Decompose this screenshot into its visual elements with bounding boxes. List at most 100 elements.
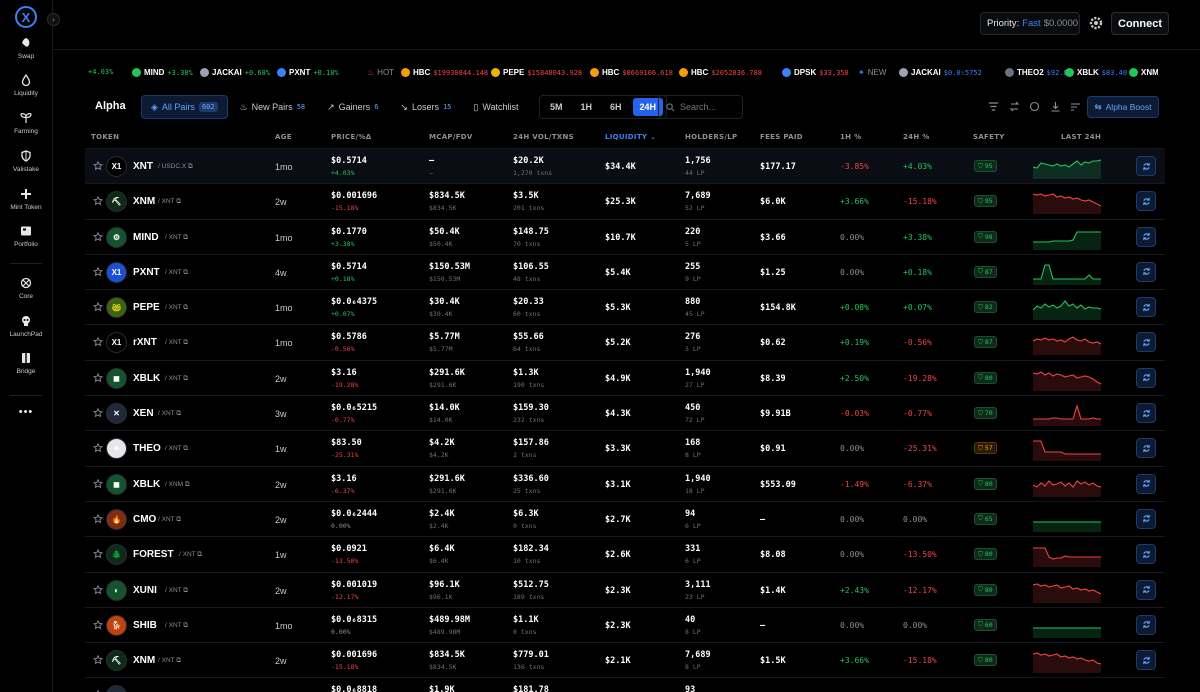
ticker-item[interactable]: ♨ HOT xyxy=(367,68,394,77)
col-liquidity[interactable]: LIQUIDITY ⌄ xyxy=(605,133,656,141)
col-holders[interactable]: HOLDERS/LP xyxy=(685,133,737,141)
ticker-item[interactable]: XNM xyxy=(1129,68,1158,77)
filter-icon[interactable] xyxy=(988,101,999,112)
quick-swap-button[interactable] xyxy=(1136,438,1156,459)
swap-arrows-icon[interactable] xyxy=(1009,101,1020,112)
star-icon[interactable] xyxy=(92,443,104,453)
table-row[interactable]: ◐ XUNI / XNT ⧉ 2w $0.001019 -12.17% $96.1K $96.… xyxy=(85,573,1165,608)
timeframe-1h[interactable]: 1H xyxy=(574,98,600,116)
quick-swap-button[interactable] xyxy=(1136,614,1156,635)
col-mcap[interactable]: MCAP/FDV xyxy=(429,133,473,141)
copy-icon[interactable]: ⧉ xyxy=(182,339,188,346)
copy-icon[interactable]: ⧉ xyxy=(182,269,188,276)
alpha-boost-button[interactable]: ⇆ Alpha Boost xyxy=(1087,96,1159,118)
tab-new-pairs[interactable]: ♨ New Pairs 58 xyxy=(230,95,316,119)
quick-swap-button[interactable] xyxy=(1136,297,1156,318)
download-icon[interactable] xyxy=(1050,101,1061,112)
table-row[interactable]: X1 rXNT / XNT ⧉ 1mo $0.5786 -0.56% $5.77M $5.77… xyxy=(85,325,1165,361)
table-row[interactable]: ✕ XEN / XNT ⧉ 3w $0.0₆5215 -0.77% $14.0K $14.0K… xyxy=(85,396,1165,432)
copy-icon[interactable]: ⧉ xyxy=(186,163,193,170)
tab-gainers[interactable]: ↗ Gainers 6 xyxy=(317,95,388,119)
col-safety[interactable]: SAFETY xyxy=(973,133,1005,141)
table-row[interactable]: X1 PXNT / XNT ⧉ 4w $0.5714 +0.18% $150.53M $150… xyxy=(85,255,1165,291)
table-row[interactable]: 🐕 SHIB / XNT ⧉ 1mo $0.0₆8315 0.00% $489.98M $48… xyxy=(85,608,1165,644)
quick-swap-button[interactable] xyxy=(1136,191,1156,212)
quick-swap-button[interactable] xyxy=(1136,508,1156,529)
quick-swap-button[interactable] xyxy=(1136,367,1156,388)
star-icon[interactable] xyxy=(92,548,104,559)
star-icon[interactable] xyxy=(92,337,104,347)
table-row[interactable]: 🌲 FOREST / XNT ⧉ 1w $0.0921 -13.50% $6.4K $6.4K… xyxy=(85,537,1165,573)
table-row[interactable]: ⛏ XNM / XNT ⧉ 2w $0.001696 -15.18% $834.5K $834… xyxy=(85,643,1165,679)
copy-icon[interactable]: ⧉ xyxy=(175,516,181,523)
timeframe-6h[interactable]: 6H xyxy=(603,98,629,116)
tab-watchlist[interactable]: ▯ Watchlist xyxy=(463,95,528,119)
app-logo[interactable]: X xyxy=(15,6,37,28)
search-input[interactable] xyxy=(680,102,740,112)
star-icon[interactable] xyxy=(92,372,104,383)
ticker-item[interactable]: THEO2 $92.88 xyxy=(1005,68,1072,77)
table-row[interactable]: 🐸 PEPE / XNT ⧉ 1mo $0.0₆4375 +0.07% $30.4K $30.… xyxy=(85,290,1165,326)
copy-icon[interactable]: ⧉ xyxy=(175,198,181,205)
sidebar-item-swap[interactable]: Swap xyxy=(0,37,52,60)
ticker-item[interactable]: HBC $2052836.788 xyxy=(679,68,762,77)
timeframe-5m[interactable]: 5M xyxy=(543,98,570,116)
copy-icon[interactable]: ⧉ xyxy=(196,551,202,558)
quick-swap-button[interactable] xyxy=(1136,403,1156,424)
col-24h[interactable]: 24H % xyxy=(903,133,930,141)
settings-gear-icon[interactable] xyxy=(1088,15,1104,31)
copy-icon[interactable]: ⧉ xyxy=(175,657,181,664)
search-box[interactable] xyxy=(658,95,743,119)
ticker-item[interactable]: ✦ NEW xyxy=(858,68,886,77)
star-icon[interactable] xyxy=(92,266,104,277)
table-row[interactable]: 🔥 CMO / XNT ⧉ 2w $0.0₆2444 0.00% $2.4K $2.4K $6.… xyxy=(85,502,1165,538)
globe-icon[interactable] xyxy=(1029,101,1040,112)
priority-selector[interactable]: Priority: Fast $0.0000 xyxy=(980,12,1080,35)
copy-icon[interactable]: ⧉ xyxy=(182,304,188,311)
sidebar-item-launchpad[interactable]: LaunchPad xyxy=(0,315,52,338)
quick-swap-button[interactable] xyxy=(1136,473,1156,494)
ticker-item[interactable]: JACKAI +0.68% xyxy=(200,68,270,77)
ticker-item[interactable]: PXNT +0.18% xyxy=(277,68,339,77)
table-row[interactable]: ◼ XBLK / XNT ⧉ 2w $3.16 -19.28% $291.6K $291.6K… xyxy=(85,361,1165,397)
ticker-item[interactable]: XBLK $83.40 xyxy=(1065,68,1127,77)
table-row[interactable]: ⛏ XNM / XNT ⧉ 2w $0.001696 -15.18% $834.5K $834… xyxy=(85,184,1165,220)
sidebar-item-farming[interactable]: Farming xyxy=(0,112,52,135)
star-icon[interactable] xyxy=(92,196,104,206)
sidebar-item-core[interactable]: Core xyxy=(0,277,52,300)
star-icon[interactable] xyxy=(92,619,104,630)
sidebar-item-valistake[interactable]: Valistake xyxy=(0,150,52,173)
star-icon[interactable] xyxy=(92,301,104,312)
copy-icon[interactable]: ⧉ xyxy=(182,622,188,629)
ticker-item[interactable]: PEPE $15848043.928 xyxy=(491,68,582,77)
star-icon[interactable] xyxy=(92,160,104,171)
copy-icon[interactable]: ⧉ xyxy=(182,587,188,594)
copy-icon[interactable]: ⧉ xyxy=(182,445,188,452)
copy-icon[interactable]: ⧉ xyxy=(183,481,190,488)
tab-losers[interactable]: ↘ Losers 15 xyxy=(390,95,461,119)
star-icon[interactable] xyxy=(92,231,104,242)
ticker-item[interactable]: HBC $19930844.148 xyxy=(401,68,488,77)
ticker-item[interactable]: +4.03% xyxy=(88,68,113,76)
ticker-item[interactable]: DPSK $33,358 xyxy=(782,68,849,77)
quick-swap-button[interactable] xyxy=(1136,226,1156,247)
quick-swap-button[interactable] xyxy=(1136,650,1156,671)
table-row[interactable]: ⚙ MIND / XNT ⧉ 1mo $0.1770 +3.38% $50.4K $50.4K… xyxy=(85,220,1165,255)
col-1h[interactable]: 1H % xyxy=(840,133,861,141)
copy-icon[interactable]: ⧉ xyxy=(175,410,181,417)
table-row[interactable]: X1 XNT / USDC.X ⧉ 1mo $0.5714 +4.03% — — $20.2K 1… xyxy=(85,149,1165,185)
star-icon[interactable] xyxy=(92,478,104,489)
col-token[interactable]: TOKEN xyxy=(91,133,119,141)
quick-swap-button[interactable] xyxy=(1136,544,1156,565)
table-row[interactable]: $0.0₆8818 $1.9K $181.78 93 xyxy=(85,678,1165,692)
sidebar-item-portfolio[interactable]: Portfolio xyxy=(0,225,52,248)
quick-swap-button[interactable] xyxy=(1136,332,1156,353)
star-icon[interactable] xyxy=(92,584,104,595)
star-icon[interactable] xyxy=(92,407,104,418)
ticker-item[interactable]: JACKAI $0.0₅5752 xyxy=(899,68,982,77)
sidebar-more-button[interactable]: ••• xyxy=(0,406,52,418)
ticker-item[interactable]: HBC $8669106.618 xyxy=(590,68,673,77)
col-age[interactable]: AGE xyxy=(275,133,292,141)
quick-swap-button[interactable] xyxy=(1136,261,1156,282)
copy-icon[interactable]: ⧉ xyxy=(182,375,188,382)
